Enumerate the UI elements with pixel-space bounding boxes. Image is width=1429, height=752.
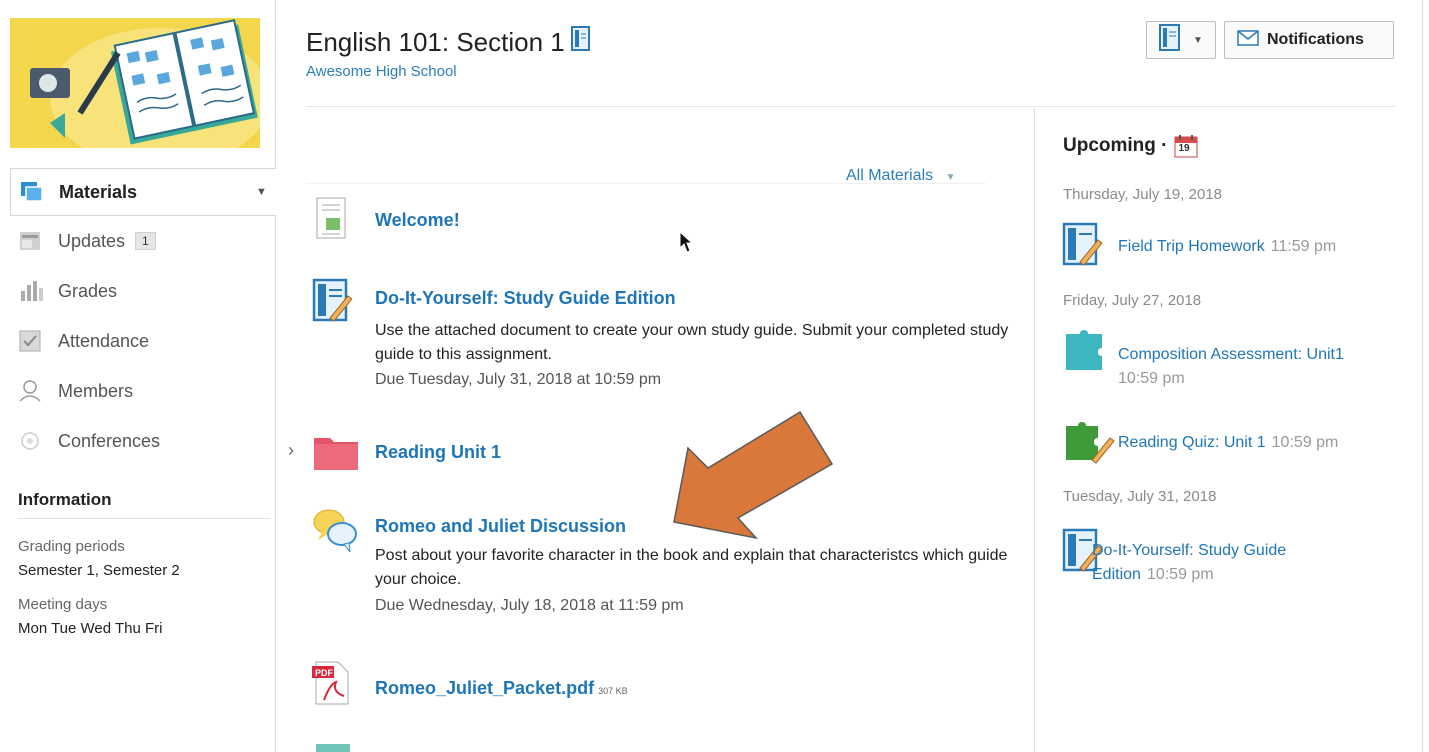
course-notebook-icon — [570, 26, 591, 59]
file-size: 307 KB — [598, 686, 628, 696]
members-icon — [18, 379, 44, 403]
annotation-arrow-icon — [673, 410, 834, 540]
upcoming-date: Thursday, July 19, 2018 — [1063, 186, 1222, 203]
upcoming-item-link[interactable]: Edition 10:59 pm — [1092, 566, 1214, 584]
upcoming-date: Tuesday, July 31, 2018 — [1063, 488, 1217, 505]
sidebar-item-grades[interactable]: Grades — [0, 266, 276, 316]
upcoming-divider — [1034, 108, 1035, 752]
material-description: Post about your favorite character in th… — [375, 547, 1008, 588]
all-materials-filter[interactable]: All Materials ▼ — [846, 167, 956, 185]
school-link[interactable]: Awesome High School — [306, 63, 457, 80]
sidebar-item-label: Updates — [58, 230, 126, 251]
pdf-file-name: Romeo_Juliet_Packet.pdf — [375, 678, 595, 698]
mouse-cursor-icon — [679, 231, 694, 253]
sidebar-item-materials[interactable]: Materials ▼ — [10, 168, 276, 216]
chevron-right-icon[interactable]: › — [288, 440, 294, 461]
sidebar-nav: Materials ▼ Updates 1 Grades Attendance … — [0, 168, 276, 466]
upcoming-date: Friday, July 27, 2018 — [1063, 292, 1202, 309]
notifications-button[interactable]: Notifications — [1224, 21, 1394, 59]
upcoming-item-link[interactable]: Reading Quiz: Unit 1 10:59 pm — [1118, 434, 1338, 452]
meeting-days-value: Mon Tue Wed Thu Fri — [18, 620, 163, 637]
material-title[interactable]: Welcome! — [375, 210, 460, 231]
meeting-days-label: Meeting days — [18, 596, 108, 613]
sidebar-item-label: Attendance — [58, 330, 150, 351]
upcoming-heading: Upcoming · 19 — [1063, 134, 1198, 158]
assessment-puzzle-icon — [1062, 330, 1106, 374]
page-icon — [312, 196, 352, 240]
quiz-puzzle-icon — [1062, 420, 1115, 464]
upcoming-item-time: 10:59 pm — [1118, 370, 1185, 387]
course-banner-illustration — [30, 19, 260, 148]
sidebar-item-label: Materials — [59, 181, 138, 202]
upcoming-item-time: 11:59 pm — [1270, 238, 1337, 255]
page-right-border — [1422, 0, 1423, 752]
materials-icon — [19, 180, 45, 204]
pdf-icon: PDF — [312, 660, 352, 705]
filter-label: All Materials — [846, 167, 934, 184]
course-title-text: English 101: Section 1 — [306, 27, 565, 57]
material-title[interactable]: Romeo_Juliet_Packet.pdf 307 KB — [375, 678, 628, 699]
sidebar-item-conferences[interactable]: Conferences — [0, 416, 276, 466]
next-material-icon — [316, 744, 350, 752]
assignment-icon — [1062, 222, 1106, 266]
header-divider — [306, 106, 1396, 107]
sidebar-item-label: Conferences — [58, 430, 161, 451]
upcoming-item-time: 10:59 pm — [1271, 434, 1339, 451]
material-due-date: Due Tuesday, July 31, 2018 at 10:59 pm — [375, 371, 662, 388]
folder-icon — [312, 432, 360, 476]
material-due-date: Due Wednesday, July 18, 2018 at 11:59 pm — [375, 597, 684, 614]
course-options-button[interactable]: ▼ — [1146, 21, 1216, 59]
updates-icon — [18, 229, 44, 253]
upcoming-item-name: Reading Quiz: Unit 1 — [1118, 434, 1266, 451]
chevron-down-icon: ▼ — [1193, 34, 1203, 46]
page-title: English 101: Section 1 — [306, 26, 591, 59]
chevron-down-icon: ▼ — [945, 172, 956, 183]
attendance-icon — [18, 329, 44, 353]
upcoming-item-name-line1[interactable]: Do-It-Yourself: Study Guide — [1092, 542, 1286, 560]
course-banner — [10, 18, 260, 148]
sidebar-item-members[interactable]: Members — [0, 366, 276, 416]
upcoming-title: Upcoming · — [1063, 135, 1168, 156]
sidebar-item-attendance[interactable]: Attendance — [0, 316, 276, 366]
notifications-label: Notifications — [1267, 31, 1364, 48]
sidebar-item-updates[interactable]: Updates 1 — [0, 216, 276, 266]
material-title[interactable]: Romeo and Juliet Discussion — [375, 516, 626, 537]
material-description: Use the attached document to create your… — [375, 322, 1009, 363]
grading-periods-value: Semester 1, Semester 2 — [18, 562, 180, 579]
chevron-down-icon[interactable]: ▼ — [256, 186, 267, 198]
calendar-day: 19 — [1178, 143, 1190, 154]
updates-count-badge: 1 — [135, 232, 156, 250]
assignment-icon — [312, 278, 353, 322]
grading-periods-label: Grading periods — [18, 538, 125, 555]
conferences-icon — [18, 429, 44, 453]
notebook-icon — [1159, 23, 1181, 57]
envelope-icon — [1237, 29, 1259, 51]
material-title[interactable]: Do-It-Yourself: Study Guide Edition — [375, 288, 676, 309]
upcoming-item-time: 10:59 pm — [1146, 566, 1214, 583]
upcoming-item-name[interactable]: Composition Assessment: Unit1 — [1118, 346, 1344, 364]
information-heading: Information — [18, 490, 270, 519]
sidebar-item-label: Members — [58, 380, 134, 401]
discussion-icon — [312, 506, 357, 554]
upcoming-item-name: Field Trip Homework — [1118, 238, 1265, 255]
upcoming-item-name-line2: Edition — [1092, 566, 1141, 583]
material-title[interactable]: Reading Unit 1 — [375, 442, 501, 463]
calendar-icon[interactable]: 19 — [1174, 134, 1198, 158]
grades-icon — [18, 279, 44, 303]
upcoming-item-link[interactable]: Field Trip Homework 11:59 pm — [1118, 238, 1336, 256]
svg-text:PDF: PDF — [315, 668, 334, 678]
sidebar-item-label: Grades — [58, 280, 118, 301]
